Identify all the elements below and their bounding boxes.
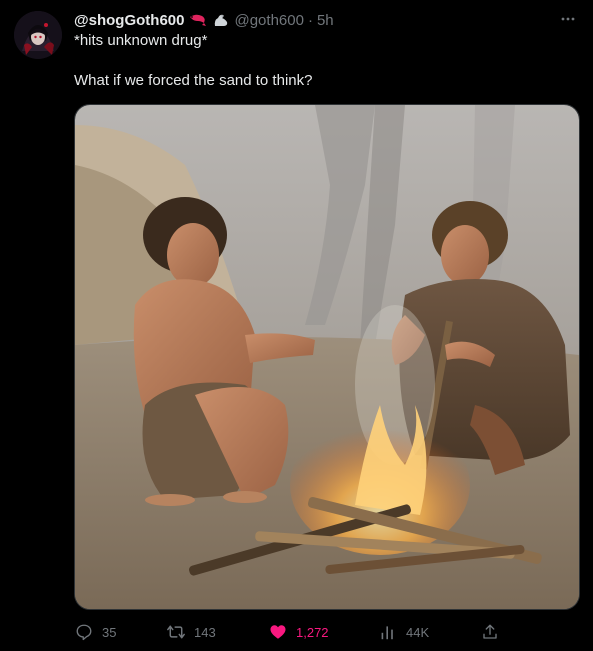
repost-button[interactable]: 143 — [166, 620, 216, 644]
reply-icon — [74, 622, 94, 642]
reply-count: 35 — [102, 624, 117, 640]
timestamp[interactable]: 5h — [317, 12, 334, 29]
action-bar: 35 143 1,272 44K — [74, 620, 504, 644]
separator-dot: · — [307, 11, 313, 29]
more-options-icon[interactable] — [557, 8, 579, 30]
flexed-bicep-icon — [212, 12, 230, 28]
repost-count: 143 — [194, 624, 216, 640]
share-icon — [480, 622, 500, 642]
view-count: 44K — [406, 624, 430, 640]
tweet-text-line-2: What if we forced the sand to think? — [74, 72, 313, 89]
display-name[interactable]: @shogGoth600 — [74, 12, 184, 29]
tweet-text-line-1: *hits unknown drug* — [74, 32, 208, 49]
user-handle[interactable]: @goth600 — [234, 12, 303, 29]
repost-icon — [166, 622, 186, 642]
tweet[interactable]: @shogGoth600 @goth600 · 5h *hits unknown… — [0, 0, 593, 651]
like-button[interactable]: 1,272 — [268, 620, 329, 644]
avatar[interactable] — [14, 11, 62, 59]
tweet-header: @shogGoth600 @goth600 · 5h — [74, 9, 579, 31]
photo-cavemen-campfire — [75, 105, 579, 609]
views-button[interactable]: 44K — [378, 620, 429, 644]
like-count: 1,272 — [296, 624, 329, 640]
reply-button[interactable]: 35 — [74, 620, 116, 644]
bar-chart-icon — [378, 622, 398, 642]
avatar-art — [14, 11, 62, 59]
tweet-text: *hits unknown drug* What if we forced th… — [74, 31, 577, 91]
heart-filled-icon — [268, 622, 288, 642]
shrimp-icon — [188, 12, 208, 28]
tweet-image[interactable] — [74, 104, 580, 610]
share-button[interactable] — [480, 620, 508, 644]
